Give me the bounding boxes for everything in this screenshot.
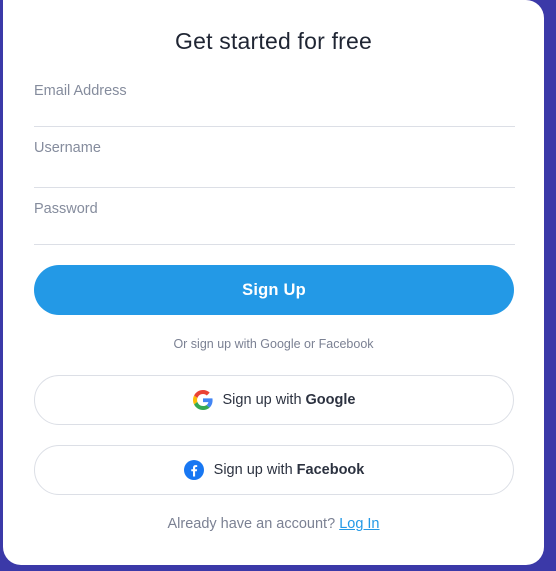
email-field-wrapper — [34, 80, 515, 127]
facebook-icon — [183, 460, 204, 480]
username-field[interactable] — [34, 137, 515, 159]
page-title: Get started for free — [174, 28, 373, 54]
facebook-button-brand: Facebook — [296, 462, 365, 478]
google-button-brand: Google — [305, 392, 356, 408]
username-field-wrapper — [34, 137, 515, 188]
login-prompt-text: Already have an account? — [167, 516, 336, 532]
social-divider-text: Or sign up with Google or Facebook — [173, 337, 374, 351]
email-field[interactable] — [34, 80, 515, 102]
google-button-prefix: Sign up with — [222, 392, 302, 408]
login-prompt: Already have an account? Log In — [3, 516, 544, 532]
sign-up-button[interactable]: Sign Up — [34, 265, 514, 315]
password-field[interactable] — [34, 198, 515, 220]
password-field-wrapper — [34, 198, 515, 245]
facebook-button-prefix: Sign up with — [213, 462, 293, 478]
login-link[interactable]: Log In — [339, 516, 379, 532]
signup-card: Get started for free Sign Up Or sign up … — [3, 0, 544, 565]
google-icon — [192, 390, 213, 410]
facebook-signup-button[interactable]: Sign up with Facebook — [34, 445, 514, 495]
google-signup-button[interactable]: Sign up with Google — [34, 375, 514, 425]
